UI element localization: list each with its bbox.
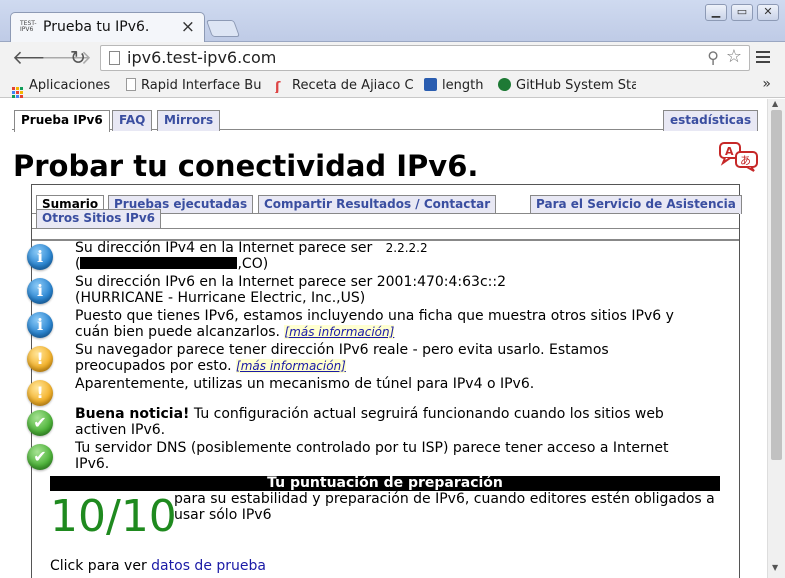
result-text: Buena noticia! Tu configuración actual s… [75,406,664,438]
bookmarks-bar: Aplicaciones Rapid Interface Bu ʃ Receta … [0,74,785,98]
more-info-link[interactable]: [más información] [284,325,395,339]
page-title: Probar tu conectividad IPv6. [13,149,479,183]
menu-icon[interactable] [756,51,770,66]
bookmark-rapid-interface[interactable]: Rapid Interface Bu [126,78,262,93]
site-nav: Prueba IPv6 FAQ Mirrors estadísticas [12,110,759,132]
score-description: para su estabilidad y preparación de IPv… [174,491,715,523]
address-url[interactable]: ipv6.test-ipv6.com [127,48,276,67]
search-icon[interactable]: ⚲ [707,48,719,67]
scrollbar-thumb[interactable] [771,110,782,460]
tab-title: Prueba tu IPv6. [43,19,150,35]
bookmarks-overflow-button[interactable]: » [762,76,771,92]
more-info-link[interactable]: [más información] [236,359,346,373]
bookmark-label: Rapid Interface Bu [141,78,262,93]
minimize-button[interactable]: ▁ [705,4,727,21]
recipe-site-icon: ʃ [275,80,281,93]
redacted-block [80,257,238,269]
result-text: Su dirección IPv6 en la Internet parece … [75,274,506,306]
warning-icon: ! [27,346,53,372]
address-bar[interactable]: ipv6.test-ipv6.com ⚲ ☆ [100,45,750,71]
tab-otros-sitios[interactable]: Otros Sitios IPv6 [36,209,162,228]
tab-compartir-resultados[interactable]: Compartir Resultados / Contactar [258,195,497,214]
close-tab-icon[interactable]: × [181,17,195,37]
scroll-down-icon[interactable]: ▼ [772,563,778,572]
apps-grid-icon [12,87,23,98]
bookmark-star-icon[interactable]: ☆ [726,46,742,67]
new-tab-button[interactable] [205,20,241,37]
bookmark-length[interactable]: length [424,78,490,93]
reload-button[interactable]: ↻ [70,48,86,68]
svg-text:あ: あ [740,154,751,167]
vertical-scrollbar[interactable]: ▲ ▼ [767,99,785,578]
result-text: Aparentemente, utilizas un mecanismo de … [75,376,535,392]
window-titlebar: TEST-IPV6 Prueba tu IPv6. × ▁ ▭ ✕ [0,0,785,42]
test-data-link[interactable]: datos de prueba [151,558,266,574]
bookmark-label: length [442,78,484,93]
tab-servicio-asistencia[interactable]: Para el Servicio de Asistencia [530,195,742,214]
test-data-line: Click para ver datos de prueba [50,558,266,574]
tab-divider [32,228,739,229]
bookmark-github-status[interactable]: GitHub System Sta [498,78,636,93]
close-window-button[interactable]: ✕ [757,4,779,21]
score-value: 10/10 [50,491,177,542]
maximize-button[interactable]: ▭ [731,4,753,21]
ipv4-value: 2.2.2.2 [385,241,428,255]
tab-prueba-ipv6[interactable]: Prueba IPv6 [14,110,110,132]
translate-icon[interactable]: A あ [719,142,759,172]
result-text: Tu servidor DNS (posiblemente controlado… [75,440,669,472]
svg-text:A: A [725,145,734,158]
bookmark-label: GitHub System Sta [516,78,636,93]
site-favicon-icon: TEST-IPV6 [20,20,37,33]
bookmark-label: Aplicaciones [29,78,111,93]
warning-icon: ! [27,380,53,406]
info-icon: i [27,312,53,338]
checkmark-icon: ✔ [27,410,53,436]
checkmark-icon: ✔ [27,444,53,470]
result-text: Su navegador parece tener dirección IPv6… [75,342,609,374]
browser-toolbar: 🡐 🡒 ↻ ipv6.test-ipv6.com ⚲ ☆ [0,42,785,74]
info-icon: i [27,244,53,270]
tab-estadisticas[interactable]: estadísticas [663,110,759,131]
scroll-up-icon[interactable]: ▲ [772,99,778,108]
length-site-icon [424,78,437,91]
bookmark-ajiaco[interactable]: ʃ Receta de Ajiaco C [275,78,413,93]
page-icon [126,78,136,91]
page-icon [109,51,120,65]
tab-faq[interactable]: FAQ [112,110,153,131]
result-text: Puesto que tienes IPv6, estamos incluyen… [75,308,674,340]
page-viewport: Prueba IPv6 FAQ Mirrors estadísticas Pro… [0,99,767,578]
info-icon: i [27,278,53,304]
result-text: Su dirección IPv4 en la Internet parece … [75,240,428,272]
tab-mirrors[interactable]: Mirrors [157,110,221,131]
browser-tab[interactable]: TEST-IPV6 Prueba tu IPv6. × [10,12,205,42]
bookmark-label: Receta de Ajiaco C [292,78,413,93]
github-icon [498,78,511,91]
score-header: Tu puntuación de preparación [50,476,720,491]
bookmark-apps[interactable]: Aplicaciones [12,78,117,98]
